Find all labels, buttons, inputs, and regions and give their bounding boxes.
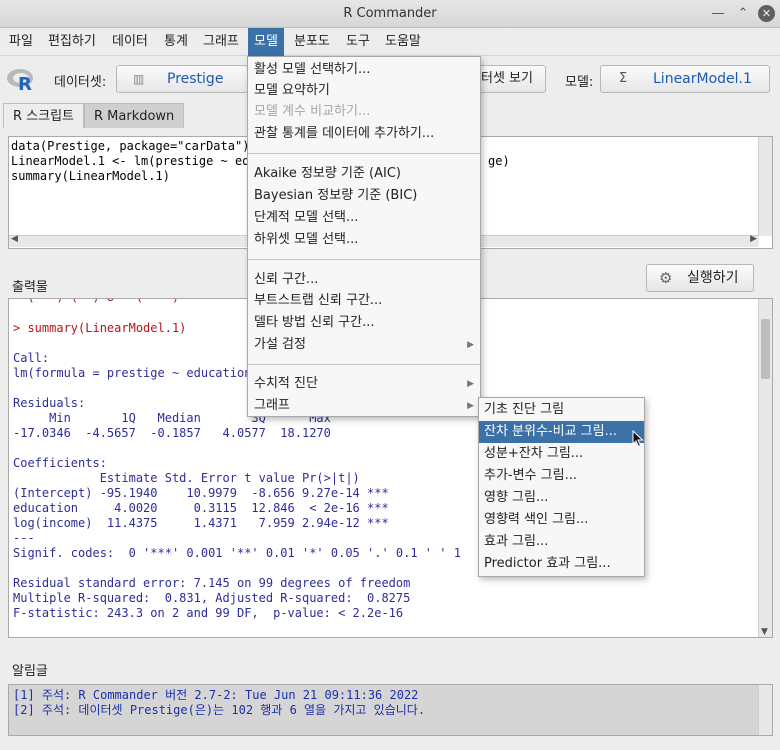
model-selector-button[interactable]: Σ LinearModel.1 xyxy=(600,65,770,93)
view-dataset-button[interactable]: 터셋 보기 xyxy=(470,65,546,93)
output-line: Signif. codes: 0 '***' 0.001 '**' 0.01 '… xyxy=(13,546,461,560)
menu-graphs[interactable]: 그래프 xyxy=(197,28,245,56)
model-label: 모델: xyxy=(565,75,594,90)
menu-item-subset-selection[interactable]: 하위셋 모델 선택... xyxy=(248,229,480,251)
menu-item-hypothesis-tests[interactable]: 가설 검정 ▶ xyxy=(248,334,480,356)
menu-item-add-observation-stats[interactable]: 관찰 통계를 데이터에 추가하기... xyxy=(248,123,480,145)
submenu-item-component-residual-plots[interactable]: 성분+잔차 그림... xyxy=(479,443,644,465)
title-bar: R Commander — ⌃ ✕ xyxy=(0,0,780,28)
svg-text:R: R xyxy=(18,74,32,92)
menu-separator xyxy=(248,153,480,154)
script-line-tail: ge) xyxy=(488,154,510,168)
sigma-icon: Σ xyxy=(619,71,628,86)
r-logo-icon: R xyxy=(7,69,33,92)
output-line: F-statistic: 243.3 on 2 and 99 DF, p-val… xyxy=(13,606,404,620)
menu-item-label: 그래프 xyxy=(254,398,290,413)
close-icon[interactable]: ✕ xyxy=(758,5,775,22)
tab-r-markdown[interactable]: R Markdown xyxy=(84,103,185,128)
run-button[interactable]: ⚙ 실행하기 xyxy=(646,264,754,292)
script-line: LinearModel.1 <- lm(prestige ~ edu xyxy=(11,154,257,168)
mouse-cursor-icon xyxy=(632,430,644,448)
menu-data[interactable]: 데이터 xyxy=(106,28,154,56)
messages-label: 알림글 xyxy=(12,664,48,679)
table-icon: ▥ xyxy=(133,72,145,86)
script-vertical-scrollbar[interactable] xyxy=(758,137,772,236)
menu-item-label: 수치적 진단 xyxy=(254,376,318,391)
menu-models[interactable]: 모델 xyxy=(248,28,284,56)
dataset-selector-button[interactable]: ▥ Prestige xyxy=(116,65,248,93)
menu-separator xyxy=(248,259,480,260)
submenu-item-influence-index-plot[interactable]: 영향력 색인 그림... xyxy=(479,509,644,531)
message-line: [1] 주석: R Commander 버전 2.7-2: Tue Jun 21… xyxy=(13,688,419,702)
menu-item-stepwise-selection[interactable]: 단계적 모델 선택... xyxy=(248,207,480,229)
scroll-down-icon[interactable]: ▼ xyxy=(761,627,768,637)
model-value: LinearModel.1 xyxy=(653,71,752,87)
submenu-item-effect-plots[interactable]: 효과 그림... xyxy=(479,531,644,553)
messages-pane[interactable]: [1] 주석: R Commander 버전 2.7-2: Tue Jun 21… xyxy=(8,684,773,736)
models-dropdown-menu: 활성 모델 선택하기... 모델 요약하기 모델 계수 비교하기... 관찰 통… xyxy=(247,56,481,417)
output-line: -17.0346 -4.5657 -0.1857 4.0577 18.1270 xyxy=(13,426,339,440)
gear-icon: ⚙ xyxy=(659,269,673,287)
submenu-item-added-variable-plots[interactable]: 추가-변수 그림... xyxy=(479,465,644,487)
menu-separator xyxy=(248,364,480,365)
menu-edit[interactable]: 편집하기 xyxy=(42,28,102,56)
menu-statistics[interactable]: 통계 xyxy=(158,28,194,56)
submenu-item-basic-diagnostic-plots[interactable]: 기초 진단 그림 xyxy=(479,399,644,421)
output-line: lm(formula = prestige ~ education xyxy=(13,366,252,380)
menu-item-select-active-model[interactable]: 활성 모델 선택하기... xyxy=(248,59,480,81)
output-line: Residuals: xyxy=(13,396,86,410)
script-line: summary(LinearModel.1) xyxy=(11,169,170,183)
output-line: log(income) 11.4375 1.4371 7.959 2.94e-1… xyxy=(13,516,389,530)
submenu-item-predictor-effect-plots[interactable]: Predictor 효과 그림... xyxy=(479,553,644,575)
menu-tools[interactable]: 도구 xyxy=(340,28,376,56)
menu-item-bootstrap-ci[interactable]: 부트스트랩 신뢰 구간... xyxy=(248,290,480,312)
submenu-arrow-icon: ▶ xyxy=(467,379,474,389)
dataset-label: 데이터셋: xyxy=(54,75,107,90)
scroll-left-icon[interactable]: ◀ xyxy=(11,234,18,244)
submenu-arrow-icon: ▶ xyxy=(467,401,474,411)
output-line-clipped: ( ) ( ) 8 ( ) xyxy=(13,299,179,305)
submenu-item-influence-plot[interactable]: 영향 그림... xyxy=(479,487,644,509)
output-line: Multiple R-squared: 0.831, Adjusted R-sq… xyxy=(13,591,418,605)
maximize-icon[interactable]: ⌃ xyxy=(733,4,753,24)
output-label: 출력물 xyxy=(12,280,48,295)
scroll-right-icon[interactable]: ▶ xyxy=(750,234,757,244)
menu-item-compare-coefficients: 모델 계수 비교하기... xyxy=(254,104,371,119)
menu-item-bic[interactable]: Bayesian 정보량 기준 (BIC) xyxy=(248,185,480,207)
graphs-submenu: 기초 진단 그림 잔차 분위수-비교 그림... 성분+잔차 그림... 추가-… xyxy=(478,397,645,577)
menu-item-summarize-model[interactable]: 모델 요약하기 xyxy=(248,80,480,102)
output-line: Coefficients: xyxy=(13,456,107,470)
scrollbar-thumb[interactable] xyxy=(761,319,770,379)
script-line: data(Prestige, package="carData") xyxy=(11,139,250,153)
menu-item-numerical-diagnostics[interactable]: 수치적 진단 ▶ xyxy=(248,373,480,395)
output-line: Call: xyxy=(13,351,50,365)
menu-item-aic[interactable]: Akaike 정보량 기준 (AIC) xyxy=(248,163,480,185)
run-button-label: 실행하기 xyxy=(687,270,739,286)
tab-r-script[interactable]: R 스크립트 xyxy=(3,103,85,128)
menu-file[interactable]: 파일 xyxy=(3,28,39,56)
output-line: education 4.0020 0.3115 12.846 < 2e-16 *… xyxy=(13,501,389,515)
output-line: > summary(LinearModel.1) xyxy=(13,321,187,335)
dataset-value: Prestige xyxy=(167,71,224,87)
menu-help[interactable]: 도움말 xyxy=(379,28,427,56)
submenu-arrow-icon: ▶ xyxy=(467,340,474,350)
output-line: Estimate Std. Error t value Pr(>|t|) xyxy=(13,471,389,485)
output-line: Residual standard error: 7.145 on 99 deg… xyxy=(13,576,411,590)
minimize-icon[interactable]: — xyxy=(708,4,728,24)
menu-bar: 파일 편집하기 데이터 통계 그래프 모델 분포도 도구 도움말 xyxy=(0,28,780,56)
output-line: --- xyxy=(13,531,35,545)
view-dataset-label: 터셋 보기 xyxy=(481,71,533,86)
messages-vertical-scrollbar[interactable] xyxy=(758,685,772,735)
menu-item-label: 가설 검정 xyxy=(254,337,306,352)
menu-item-graphs[interactable]: 그래프 ▶ xyxy=(248,395,480,417)
window-title: R Commander xyxy=(343,6,437,21)
menu-distributions[interactable]: 분포도 xyxy=(288,28,336,56)
output-line: (Intercept) -95.1940 10.9979 -8.656 9.27… xyxy=(13,486,389,500)
menu-item-delta-method-ci[interactable]: 델타 방법 신뢰 구간... xyxy=(248,312,480,334)
submenu-item-residual-qq-plot[interactable]: 잔차 분위수-비교 그림... xyxy=(479,421,644,443)
output-vertical-scrollbar[interactable]: ▼ xyxy=(758,299,772,637)
message-line: [2] 주석: 데이터셋 Prestige(은)는 102 행과 6 열을 가지… xyxy=(13,703,426,717)
menu-item-confidence-intervals[interactable]: 신뢰 구간... xyxy=(248,269,480,291)
